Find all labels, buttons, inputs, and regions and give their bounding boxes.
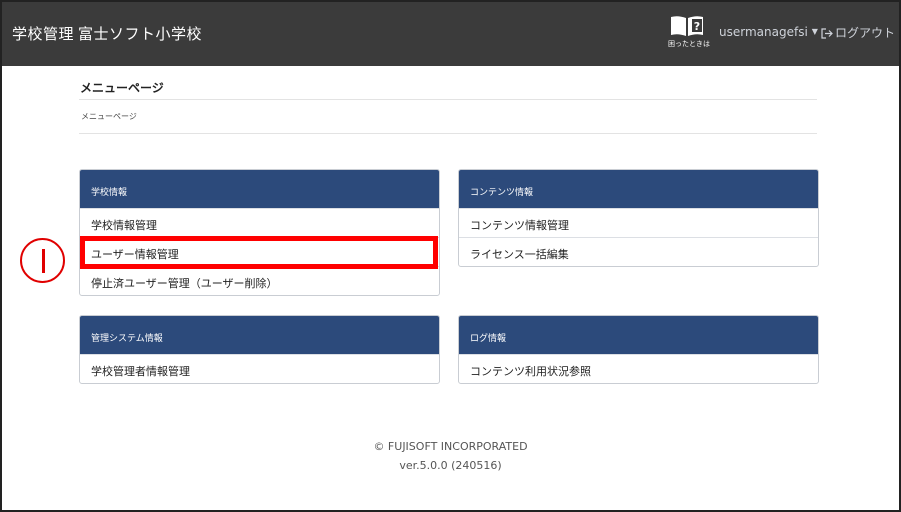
breadcrumb: メニューページ bbox=[81, 112, 137, 121]
logout-icon bbox=[821, 28, 833, 39]
title-divider bbox=[79, 99, 817, 100]
svg-text:?: ? bbox=[694, 20, 700, 33]
menu-suspended-user-management[interactable]: 停止済ユーザー管理（ユーザー削除） bbox=[80, 266, 439, 295]
school-name: 富士ソフト小学校 bbox=[78, 25, 203, 43]
card-content-info: コンテンツ情報 コンテンツ情報管理 ライセンス一括編集 bbox=[458, 169, 819, 267]
step-marker-stroke bbox=[42, 249, 45, 273]
card-school-info: 学校情報 学校情報管理 ユーザー情報管理 停止済ユーザー管理（ユーザー削除） bbox=[79, 169, 440, 296]
menu-license-bulk-edit[interactable]: ライセンス一括編集 bbox=[459, 237, 818, 266]
card-admin-system-info: 管理システム情報 学校管理者情報管理 bbox=[79, 315, 440, 384]
caret-down-icon: ▼ bbox=[811, 27, 818, 36]
user-menu[interactable]: usermanagefsi ▼ bbox=[719, 25, 818, 39]
menu-content-info-management[interactable]: コンテンツ情報管理 bbox=[459, 208, 818, 237]
card-admin-system-info-header: 管理システム情報 bbox=[80, 316, 439, 354]
card-log-info-header: ログ情報 bbox=[459, 316, 818, 354]
page-title: メニューページ bbox=[80, 81, 164, 95]
card-log-info: ログ情報 コンテンツ利用状況参照 bbox=[458, 315, 819, 384]
help-button[interactable]: ? 困ったときは bbox=[665, 15, 713, 59]
help-label: 困ったときは bbox=[668, 40, 710, 48]
card-school-info-header: 学校情報 bbox=[80, 170, 439, 208]
app-brand[interactable]: 学校管理 bbox=[12, 23, 74, 44]
breadcrumb-divider bbox=[79, 133, 817, 134]
menu-school-admin-management[interactable]: 学校管理者情報管理 bbox=[80, 354, 439, 383]
step-marker-one bbox=[20, 238, 65, 283]
logout-link[interactable]: ログアウト bbox=[821, 24, 895, 41]
footer-copyright: © FUJISOFT INCORPORATED bbox=[373, 440, 528, 453]
menu-content-usage-report[interactable]: コンテンツ利用状況参照 bbox=[459, 354, 818, 383]
card-content-info-header: コンテンツ情報 bbox=[459, 170, 818, 208]
footer-version: ver.5.0.0 (240516) bbox=[399, 459, 502, 472]
logout-label: ログアウト bbox=[835, 26, 896, 40]
book-question-icon: ? bbox=[671, 16, 703, 36]
top-navbar: 学校管理 富士ソフト小学校 ? 困ったときは usermanagefsi ▼ ログ… bbox=[2, 2, 899, 66]
user-name: usermanagefsi bbox=[719, 25, 808, 39]
highlight-box bbox=[80, 236, 438, 269]
menu-school-info-management[interactable]: 学校情報管理 bbox=[80, 208, 439, 237]
